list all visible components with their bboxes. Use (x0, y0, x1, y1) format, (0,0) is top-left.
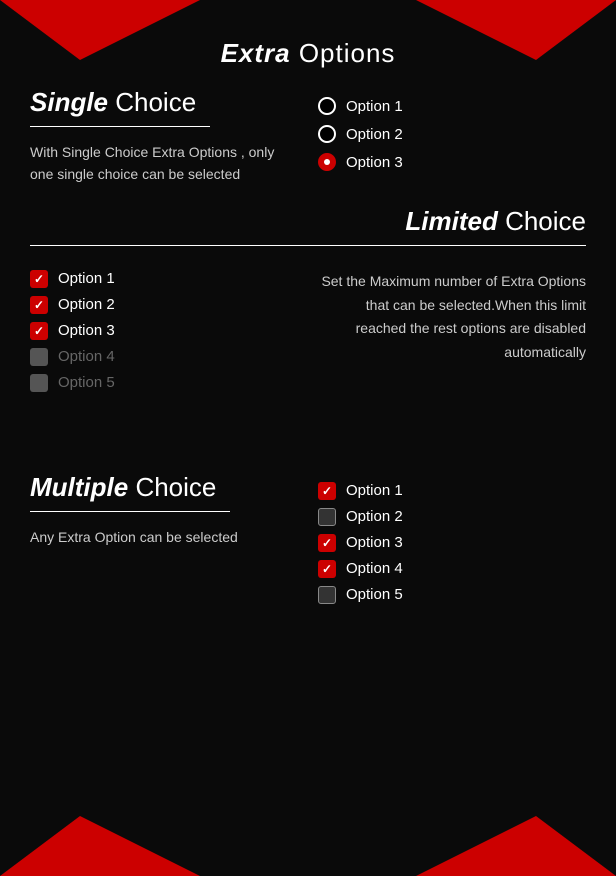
checkbox-limited-3[interactable] (30, 322, 48, 340)
limited-choice-options: Option 1 Option 2 Option 3 Option 4 Opti… (30, 260, 298, 392)
multiple-choice-heading: Multiple Choice (30, 472, 298, 503)
limited-option-3[interactable]: Option 3 (30, 322, 298, 340)
page-title-bold: Extra (221, 38, 291, 68)
single-choice-section: Single Choice With Single Choice Extra O… (0, 87, 616, 186)
radio-option-2[interactable] (318, 125, 336, 143)
multiple-choice-heading-bold: Multiple (30, 472, 128, 502)
checkbox-limited-2[interactable] (30, 296, 48, 314)
multiple-option-1-label: Option 1 (346, 482, 403, 499)
limited-choice-section: Limited Choice Option 1 Option 2 Option … (0, 206, 616, 392)
single-choice-option-2[interactable]: Option 2 (318, 125, 586, 143)
multiple-option-5-label: Option 5 (346, 586, 403, 603)
multiple-option-4[interactable]: Option 4 (318, 560, 586, 578)
single-choice-left: Single Choice With Single Choice Extra O… (30, 87, 318, 186)
limited-option-2[interactable]: Option 2 (30, 296, 298, 314)
page-title: Extra Options (0, 0, 616, 87)
checkbox-multiple-4[interactable] (318, 560, 336, 578)
limited-option-5: Option 5 (30, 374, 298, 392)
single-option-1-label: Option 1 (346, 98, 403, 115)
multiple-option-3[interactable]: Option 3 (318, 534, 586, 552)
single-choice-description: With Single Choice Extra Options , only … (30, 141, 298, 186)
single-choice-option-3[interactable]: Option 3 (318, 153, 586, 171)
checkbox-multiple-5[interactable] (318, 586, 336, 604)
single-choice-options: Option 1 Option 2 Option 3 (318, 87, 586, 171)
limited-choice-heading-normal: Choice (498, 206, 586, 236)
page-title-normal: Options (291, 38, 396, 68)
multiple-option-2-label: Option 2 (346, 508, 403, 525)
radio-option-3[interactable] (318, 153, 336, 171)
checkbox-limited-5 (30, 374, 48, 392)
checkbox-multiple-3[interactable] (318, 534, 336, 552)
multiple-choice-divider (30, 511, 230, 512)
limited-choice-heading-bold: Limited (405, 206, 497, 236)
multiple-option-1[interactable]: Option 1 (318, 482, 586, 500)
limited-choice-description: Set the Maximum number of Extra Options … (318, 260, 586, 365)
multiple-choice-left: Multiple Choice Any Extra Option can be … (30, 472, 318, 548)
radio-option-1[interactable] (318, 97, 336, 115)
limited-option-2-label: Option 2 (58, 296, 115, 313)
multiple-choice-heading-normal: Choice (128, 472, 216, 502)
multiple-option-5[interactable]: Option 5 (318, 586, 586, 604)
multiple-option-2[interactable]: Option 2 (318, 508, 586, 526)
checkbox-limited-4 (30, 348, 48, 366)
checkbox-multiple-2[interactable] (318, 508, 336, 526)
multiple-choice-section: Multiple Choice Any Extra Option can be … (0, 472, 616, 604)
single-choice-heading: Single Choice (30, 87, 298, 118)
bottom-decoration (0, 816, 616, 876)
multiple-option-3-label: Option 3 (346, 534, 403, 551)
limited-option-4-label: Option 4 (58, 348, 115, 365)
checkbox-limited-1[interactable] (30, 270, 48, 288)
spacer (0, 412, 616, 472)
limited-option-5-label: Option 5 (58, 374, 115, 391)
limited-option-1[interactable]: Option 1 (30, 270, 298, 288)
single-choice-option-1[interactable]: Option 1 (318, 97, 586, 115)
limited-option-1-label: Option 1 (58, 270, 115, 287)
multiple-option-4-label: Option 4 (346, 560, 403, 577)
single-choice-heading-bold: Single (30, 87, 108, 117)
limited-option-4: Option 4 (30, 348, 298, 366)
single-choice-divider (30, 126, 210, 127)
single-option-2-label: Option 2 (346, 126, 403, 143)
multiple-choice-options: Option 1 Option 2 Option 3 Option 4 Opti… (318, 472, 586, 604)
limited-choice-heading: Limited Choice (30, 206, 586, 237)
single-choice-heading-normal: Choice (108, 87, 196, 117)
limited-choice-divider (30, 245, 586, 246)
multiple-choice-description: Any Extra Option can be selected (30, 526, 298, 548)
limited-option-3-label: Option 3 (58, 322, 115, 339)
single-option-3-label: Option 3 (346, 154, 403, 171)
checkbox-multiple-1[interactable] (318, 482, 336, 500)
limited-choice-body: Option 1 Option 2 Option 3 Option 4 Opti… (30, 260, 586, 392)
